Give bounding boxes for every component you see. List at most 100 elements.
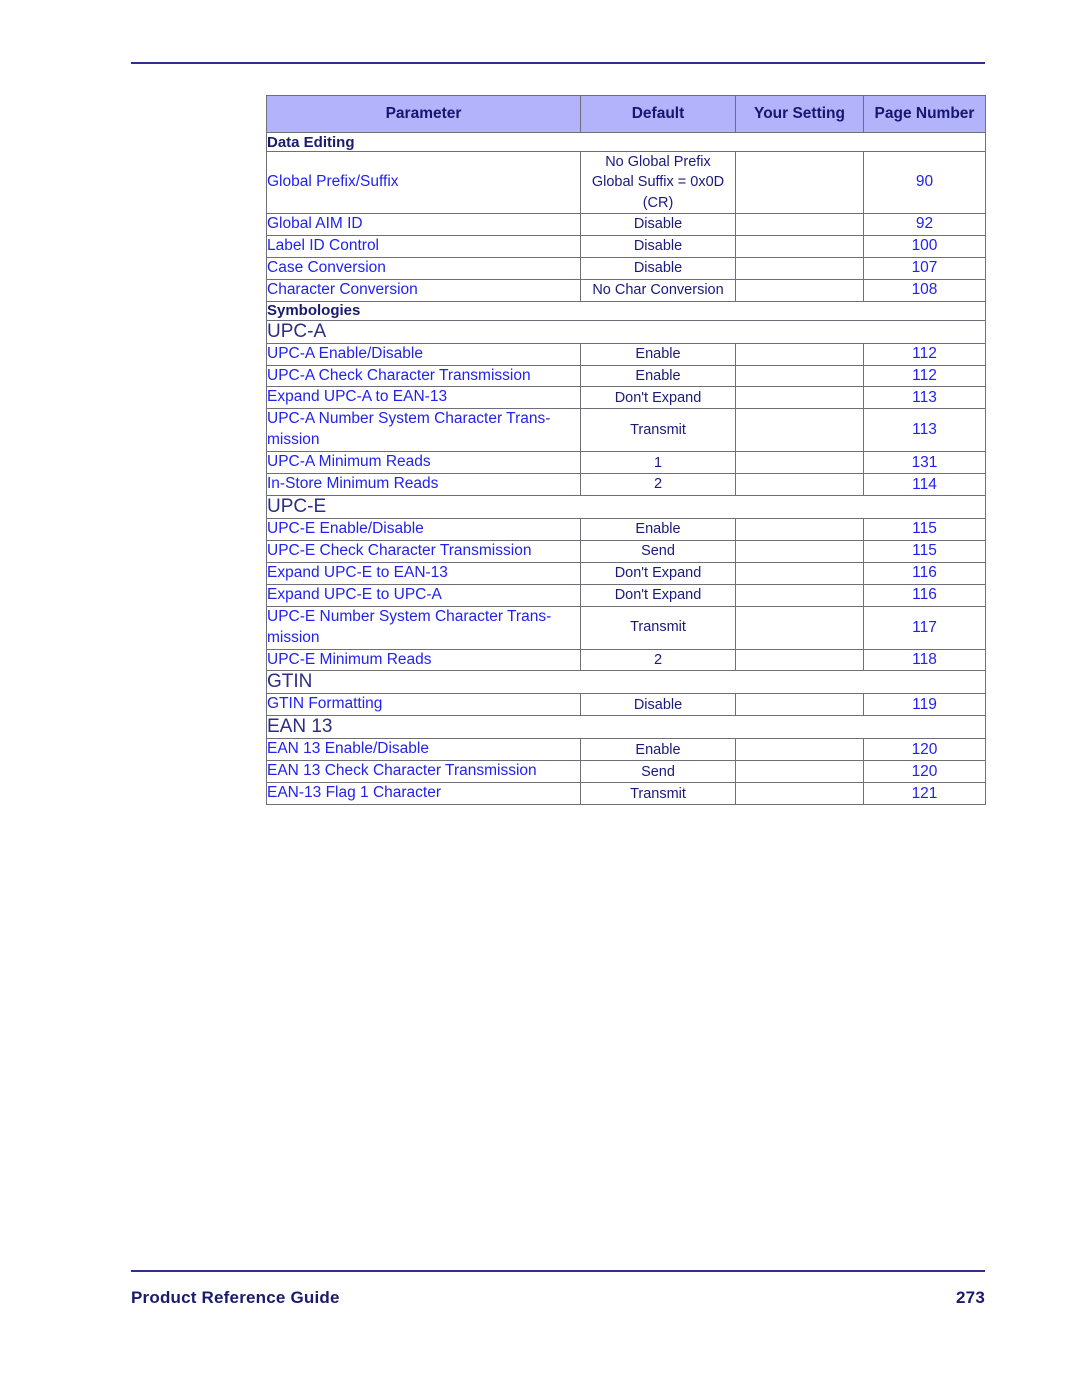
your-setting-value[interactable] — [735, 539, 864, 563]
page-number-link[interactable]: 115 — [863, 518, 986, 541]
table-row: Expand UPC-E to UPC-A Don't Expand 116 — [266, 583, 986, 607]
table-row: Case Conversion Disable 107 — [266, 256, 986, 280]
your-setting-value[interactable] — [735, 605, 864, 650]
symbology-group-row: UPC-A — [266, 319, 986, 344]
default-value: 1 — [580, 451, 736, 475]
symbology-group-label: EAN 13 — [266, 715, 986, 740]
page-number-link[interactable]: 92 — [863, 212, 986, 236]
page-number-link[interactable]: 113 — [863, 386, 986, 410]
page-number-link[interactable]: 118 — [863, 648, 986, 672]
parameter-link[interactable]: UPC-E Number System Character Trans-miss… — [266, 605, 581, 650]
table-row: EAN 13 Enable/Disable Enable 120 — [266, 738, 986, 762]
parameter-link[interactable]: Character Conversion — [266, 278, 581, 302]
page-number-link[interactable]: 120 — [863, 738, 986, 762]
page-number-link[interactable]: 112 — [863, 342, 986, 366]
your-setting-value[interactable] — [735, 518, 864, 541]
page-number-link[interactable]: 131 — [863, 451, 986, 475]
parameter-link[interactable]: In-Store Minimum Reads — [266, 473, 581, 497]
document-page: Parameter Default Your Setting Page Numb… — [0, 0, 1080, 1397]
parameter-link[interactable]: UPC-A Minimum Reads — [266, 451, 581, 475]
table-row: UPC-E Check Character Transmission Send 11… — [266, 539, 986, 563]
default-value: Enable — [580, 364, 736, 388]
parameter-link[interactable]: Global Prefix/Suffix — [266, 151, 581, 214]
section-header-label: Data Editing — [266, 132, 986, 152]
default-value: Enable — [580, 518, 736, 541]
parameter-link[interactable]: EAN-13 Flag 1 Character — [266, 782, 581, 806]
header-divider — [131, 62, 985, 64]
page-number-link[interactable]: 100 — [863, 234, 986, 258]
footer-page-number: 273 — [956, 1288, 985, 1307]
your-setting-value[interactable] — [735, 386, 864, 410]
page-number-link[interactable]: 115 — [863, 539, 986, 563]
parameter-link[interactable]: Expand UPC-E to EAN-13 — [266, 561, 581, 585]
page-number-link[interactable]: 116 — [863, 583, 986, 607]
default-value: No Global Prefix Global Suffix = 0x0D (CR) — [580, 151, 736, 214]
your-setting-value[interactable] — [735, 583, 864, 607]
default-value: 2 — [580, 473, 736, 497]
your-setting-value[interactable] — [735, 364, 864, 388]
table-row: Expand UPC-E to EAN-13 Don't Expand 116 — [266, 561, 986, 585]
table-row: EAN-13 Flag 1 Character Transmit 121 — [266, 782, 986, 806]
parameter-link[interactable]: UPC-A Check Character Transmission — [266, 364, 581, 388]
parameter-link[interactable]: Expand UPC-A to EAN-13 — [266, 386, 581, 410]
page-number-link[interactable]: 117 — [863, 605, 986, 650]
default-value: Enable — [580, 738, 736, 762]
page-number-link[interactable]: 121 — [863, 782, 986, 806]
page-number-link[interactable]: 107 — [863, 256, 986, 280]
your-setting-value[interactable] — [735, 256, 864, 280]
page-number-link[interactable]: 120 — [863, 760, 986, 784]
parameter-link[interactable]: UPC-E Check Character Transmission — [266, 539, 581, 563]
your-setting-value[interactable] — [735, 760, 864, 784]
your-setting-value[interactable] — [735, 648, 864, 672]
section-header-row: Symbologies — [266, 300, 986, 321]
your-setting-value[interactable] — [735, 212, 864, 236]
footer-divider — [131, 1270, 985, 1272]
page-number-link[interactable]: 108 — [863, 278, 986, 302]
default-value: Don't Expand — [580, 386, 736, 410]
page-number-link[interactable]: 112 — [863, 364, 986, 388]
parameter-link[interactable]: UPC-E Enable/Disable — [266, 518, 581, 541]
default-value: Transmit — [580, 782, 736, 806]
column-header-parameter: Parameter — [266, 95, 581, 133]
parameter-link[interactable]: Case Conversion — [266, 256, 581, 280]
section-header-label: Symbologies — [266, 300, 986, 321]
parameter-link[interactable]: Label ID Control — [266, 234, 581, 258]
parameter-link[interactable]: EAN 13 Enable/Disable — [266, 738, 581, 762]
page-number-link[interactable]: 114 — [863, 473, 986, 497]
parameter-link[interactable]: UPC-E Minimum Reads — [266, 648, 581, 672]
parameter-link[interactable]: Expand UPC-E to UPC-A — [266, 583, 581, 607]
default-value: Disable — [580, 256, 736, 280]
your-setting-value[interactable] — [735, 473, 864, 497]
parameter-link[interactable]: UPC-A Number System Character Trans-miss… — [266, 408, 581, 453]
symbology-group-label: GTIN — [266, 670, 986, 695]
table-body: Data Editing Global Prefix/Suffix No Globa… — [266, 132, 986, 806]
default-value: Send — [580, 539, 736, 563]
page-number-link[interactable]: 90 — [863, 151, 986, 214]
parameter-link[interactable]: EAN 13 Check Character Transmission — [266, 760, 581, 784]
default-value: Don't Expand — [580, 583, 736, 607]
footer-content: Product Reference Guide 273 — [131, 1288, 985, 1308]
page-number-link[interactable]: 116 — [863, 561, 986, 585]
parameter-link[interactable]: GTIN Formatting — [266, 693, 581, 717]
table-row: UPC-A Minimum Reads 1 131 — [266, 451, 986, 475]
column-header-page-number: Page Number — [863, 95, 986, 133]
table-row: Expand UPC-A to EAN-13 Don't Expand 113 — [266, 386, 986, 410]
your-setting-value[interactable] — [735, 278, 864, 302]
your-setting-value[interactable] — [735, 342, 864, 366]
your-setting-value[interactable] — [735, 738, 864, 762]
your-setting-value[interactable] — [735, 151, 864, 214]
your-setting-value[interactable] — [735, 693, 864, 717]
table-row: UPC-A Enable/Disable Enable 112 — [266, 342, 986, 366]
your-setting-value[interactable] — [735, 782, 864, 806]
parameter-link[interactable]: Global AIM ID — [266, 212, 581, 236]
page-number-link[interactable]: 113 — [863, 408, 986, 453]
table-row: UPC-A Check Character Transmission Enable… — [266, 364, 986, 388]
table-row: In-Store Minimum Reads 2 114 — [266, 473, 986, 497]
your-setting-value[interactable] — [735, 451, 864, 475]
default-value: Enable — [580, 342, 736, 366]
your-setting-value[interactable] — [735, 234, 864, 258]
page-number-link[interactable]: 119 — [863, 693, 986, 717]
your-setting-value[interactable] — [735, 561, 864, 585]
parameter-link[interactable]: UPC-A Enable/Disable — [266, 342, 581, 366]
your-setting-value[interactable] — [735, 408, 864, 453]
